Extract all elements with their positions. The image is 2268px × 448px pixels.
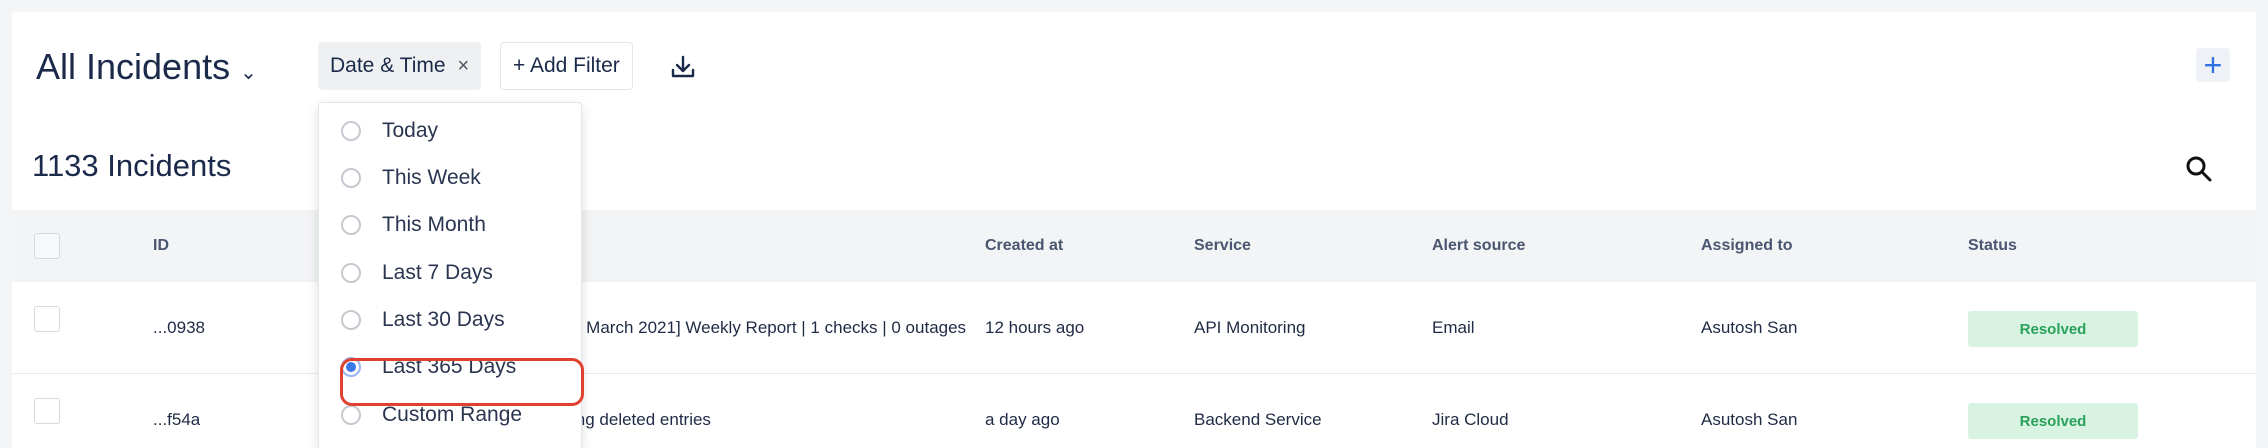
- column-assigned-to[interactable]: Assigned to: [1701, 210, 1793, 282]
- created-at: a day ago: [985, 410, 1060, 429]
- option-last-365-days[interactable]: Last 365 Days: [319, 347, 581, 387]
- option-this-month[interactable]: This Month: [319, 205, 581, 245]
- close-icon[interactable]: ×: [458, 55, 470, 78]
- service: Backend Service: [1194, 410, 1322, 429]
- download-icon[interactable]: [668, 52, 698, 82]
- option-label: Last 365 Days: [382, 355, 517, 378]
- option-label: This Week: [382, 166, 481, 189]
- left-gutter: [0, 0, 12, 448]
- option-last-7-days[interactable]: Last 7 Days: [319, 253, 581, 293]
- assigned-to: Asutosh San: [1701, 318, 1798, 337]
- add-filter-button[interactable]: + Add Filter: [500, 42, 633, 90]
- radio-button[interactable]: [341, 310, 361, 330]
- status-badge: Resolved: [1968, 403, 2138, 439]
- incident-title[interactable]: ing deleted entries: [572, 374, 982, 448]
- option-label: Last 7 Days: [382, 261, 493, 284]
- option-custom-range[interactable]: Custom Range: [319, 395, 581, 435]
- column-alert-source[interactable]: Alert source: [1432, 210, 1525, 282]
- date-range-dropdown: Today This Week This Month Last 7 Days L…: [318, 102, 582, 448]
- column-created-at[interactable]: Created at: [985, 210, 1063, 282]
- incident-count: 1133 Incidents: [32, 148, 232, 183]
- alert-source: Email: [1432, 318, 1475, 337]
- incident-id[interactable]: ...f54a: [153, 374, 200, 448]
- radio-button-selected[interactable]: [341, 357, 361, 377]
- option-last-30-days[interactable]: Last 30 Days: [319, 300, 581, 340]
- row-checkbox[interactable]: [34, 306, 60, 332]
- page-title-text: All Incidents: [36, 46, 231, 87]
- right-gutter: [2256, 0, 2268, 448]
- radio-button[interactable]: [341, 263, 361, 283]
- incident-title[interactable]: 3 March 2021] Weekly Report | 1 checks |…: [572, 282, 982, 374]
- select-all-checkbox[interactable]: [34, 233, 60, 259]
- incident-id[interactable]: ...0938: [153, 282, 205, 374]
- radio-button[interactable]: [341, 405, 361, 425]
- plus-icon[interactable]: +: [2196, 48, 2230, 82]
- alert-source: Jira Cloud: [1432, 410, 1509, 429]
- filter-chip-label: Date & Time: [330, 54, 446, 77]
- service: API Monitoring: [1194, 318, 1306, 337]
- option-label: Today: [382, 119, 439, 142]
- radio-button[interactable]: [341, 121, 361, 141]
- incidents-panel: All Incidents ⌄ Date & Time × + Add Filt…: [12, 12, 2256, 448]
- option-this-week[interactable]: This Week: [319, 158, 581, 198]
- assigned-to: Asutosh San: [1701, 410, 1798, 429]
- column-id[interactable]: ID: [153, 210, 169, 282]
- date-time-filter-chip[interactable]: Date & Time ×: [318, 42, 482, 90]
- page-title[interactable]: All Incidents ⌄: [36, 46, 257, 88]
- option-label: This Month: [382, 213, 486, 236]
- radio-button[interactable]: [341, 168, 361, 188]
- top-gutter: [0, 0, 2268, 12]
- chevron-down-icon[interactable]: ⌄: [240, 60, 257, 85]
- status-badge: Resolved: [1968, 311, 2138, 347]
- option-label: Custom Range: [382, 403, 523, 426]
- radio-button[interactable]: [341, 215, 361, 235]
- option-label: Last 30 Days: [382, 308, 505, 331]
- created-at: 12 hours ago: [985, 318, 1085, 337]
- search-icon[interactable]: [2184, 154, 2214, 184]
- option-today[interactable]: Today: [319, 111, 581, 151]
- column-status[interactable]: Status: [1968, 210, 2017, 282]
- column-service[interactable]: Service: [1194, 210, 1251, 282]
- row-checkbox[interactable]: [34, 398, 60, 424]
